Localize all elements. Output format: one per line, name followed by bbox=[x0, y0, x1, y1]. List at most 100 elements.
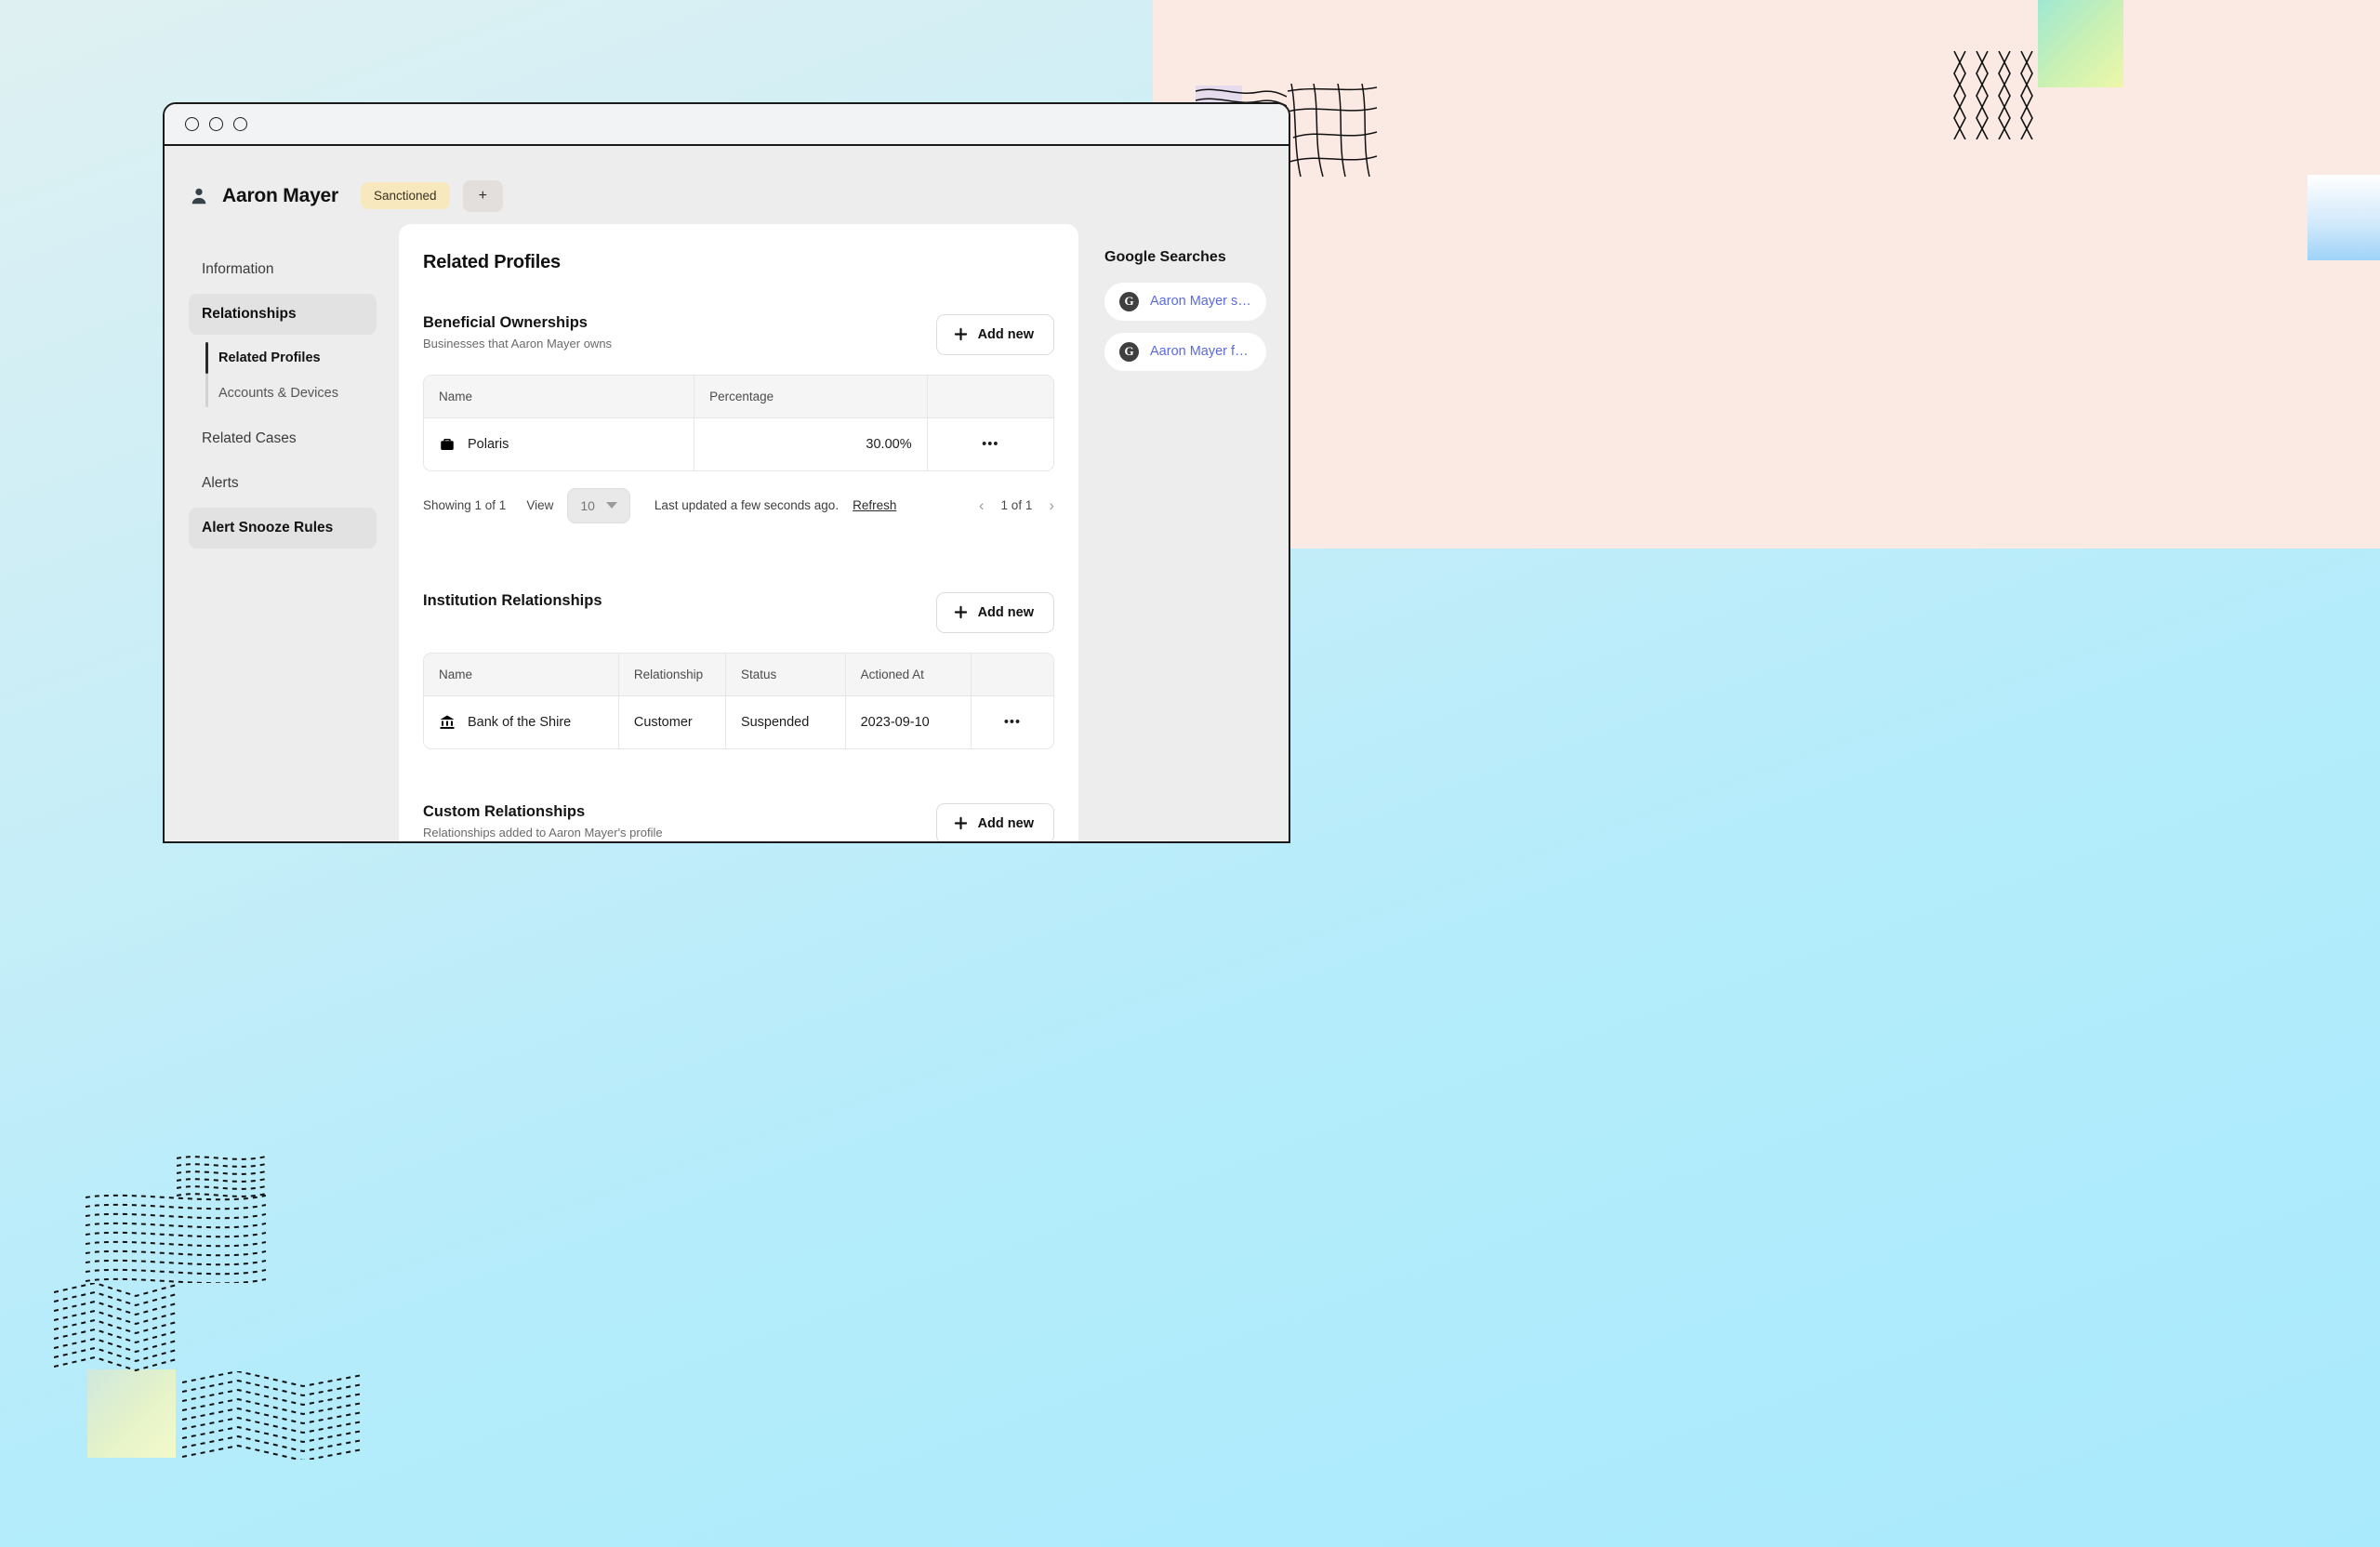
maximize-icon[interactable] bbox=[233, 117, 247, 131]
sidebar-item-related-cases[interactable]: Related Cases bbox=[189, 418, 377, 459]
page-size-select[interactable]: 10 bbox=[567, 487, 630, 523]
sidebar-item-information[interactable]: Information bbox=[189, 249, 377, 290]
chevron-down-icon bbox=[605, 502, 617, 509]
google-icon: G bbox=[1119, 341, 1139, 362]
decor-dash-block-2 bbox=[86, 1190, 266, 1283]
cell-status: Suspended bbox=[725, 695, 846, 748]
sidebar-item-accounts-devices[interactable]: Accounts & Devices bbox=[205, 376, 377, 411]
column-header-actioned-at[interactable]: Actioned At bbox=[845, 653, 972, 696]
decor-dash-block-3 bbox=[54, 1283, 177, 1371]
name-with-icon: Polaris bbox=[439, 436, 679, 453]
card-title: Related Profiles bbox=[423, 251, 561, 272]
section-title: Custom Relationships bbox=[423, 802, 586, 820]
table-row[interactable]: Polaris 30.00% ••• bbox=[424, 417, 1053, 470]
content-row: Information Relationships Related Profil… bbox=[165, 223, 1289, 841]
main-column: Related Profiles Beneficial Ownerships B… bbox=[399, 223, 1078, 841]
add-new-label: Add new bbox=[977, 815, 1034, 831]
section-header: Beneficial Ownerships Businesses that Aa… bbox=[423, 313, 1054, 355]
page-indicator: 1 of 1 bbox=[1000, 498, 1033, 513]
column-header-name[interactable]: Name bbox=[424, 653, 619, 696]
section-header: Custom Relationships Relationships added… bbox=[423, 802, 1054, 841]
section-subtitle: Relationships added to Aaron Mayer's pro… bbox=[423, 825, 663, 840]
page-root: Aaron Mayer Sanctioned + Information Rel… bbox=[0, 0, 2380, 1547]
section-beneficial-ownerships: Beneficial Ownerships Businesses that Aa… bbox=[423, 313, 1054, 523]
institution-relationships-table: Name Relationship Status Actioned At Ban… bbox=[423, 652, 1054, 749]
decor-zigzag-pattern bbox=[1949, 51, 2042, 139]
row-actions-menu-button[interactable]: ••• bbox=[927, 417, 1053, 470]
decor-mint-yellow-square-bottom bbox=[87, 1369, 176, 1458]
pagination: ‹ 1 of 1 › bbox=[979, 497, 1054, 513]
section-institution-relationships: Institution Relationships Add new Name R… bbox=[423, 591, 1054, 749]
briefcase-icon bbox=[439, 436, 456, 453]
add-new-beneficial-ownership-button[interactable]: Add new bbox=[935, 313, 1054, 355]
previous-page-icon[interactable]: ‹ bbox=[979, 497, 985, 513]
right-rail: Google Searches G Aaron Mayer scam G Aar… bbox=[1078, 224, 1289, 841]
section-custom-relationships: Custom Relationships Relationships added… bbox=[423, 802, 1054, 841]
sidebar-item-alert-snooze-rules[interactable]: Alert Snooze Rules bbox=[189, 507, 377, 549]
decor-mint-yellow-square bbox=[2038, 0, 2123, 87]
refresh-link[interactable]: Refresh bbox=[853, 498, 896, 512]
name-with-icon: Bank of the Shire bbox=[439, 714, 603, 731]
decor-pink-block bbox=[1153, 0, 2380, 549]
table-header-row: Name Percentage bbox=[424, 375, 1053, 418]
related-profiles-card: Related Profiles Beneficial Ownerships B… bbox=[399, 223, 1078, 841]
window-titlebar bbox=[165, 104, 1289, 146]
add-new-label: Add new bbox=[977, 326, 1034, 342]
table-row[interactable]: Bank of the Shire Customer Suspended 202… bbox=[424, 695, 1053, 748]
row-actions-menu-button[interactable]: ••• bbox=[971, 695, 1053, 748]
column-header-name[interactable]: Name bbox=[424, 375, 695, 418]
next-page-icon[interactable]: › bbox=[1049, 497, 1054, 513]
app-body: Aaron Mayer Sanctioned + Information Rel… bbox=[165, 146, 1289, 841]
google-searches-title: Google Searches bbox=[1104, 248, 1226, 265]
add-new-institution-relationship-button[interactable]: Add new bbox=[935, 591, 1054, 633]
close-icon[interactable] bbox=[185, 117, 199, 131]
cell-name-text: Bank of the Shire bbox=[468, 714, 572, 730]
sidebar-subnav: Related Profiles Accounts & Devices bbox=[205, 340, 377, 411]
table-footer: Showing 1 of 1 View 10 Last updated a fe… bbox=[423, 487, 1054, 523]
person-icon bbox=[189, 186, 209, 206]
add-new-custom-relationship-button[interactable]: Add new bbox=[935, 802, 1054, 841]
cell-name: Polaris bbox=[424, 417, 695, 470]
add-tag-button[interactable]: + bbox=[462, 179, 503, 212]
profile-header: Aaron Mayer Sanctioned + bbox=[165, 146, 1289, 224]
section-header: Institution Relationships Add new bbox=[423, 591, 1054, 633]
sidebar-item-alerts[interactable]: Alerts bbox=[189, 463, 377, 504]
search-query-text: Aaron Mayer scam bbox=[1150, 294, 1251, 310]
cell-percentage: 30.00% bbox=[694, 417, 928, 470]
cell-name: Bank of the Shire bbox=[424, 695, 619, 748]
column-header-percentage[interactable]: Percentage bbox=[694, 375, 928, 418]
section-heading-group: Custom Relationships Relationships added… bbox=[423, 803, 663, 840]
decor-blue-square bbox=[2307, 175, 2380, 260]
sidebar-item-related-profiles[interactable]: Related Profiles bbox=[205, 340, 377, 376]
table-body: Bank of the Shire Customer Suspended 202… bbox=[424, 695, 1053, 748]
sidebar-item-relationships[interactable]: Relationships bbox=[189, 293, 377, 335]
column-header-actions bbox=[927, 375, 1053, 418]
section-heading-group: Institution Relationships bbox=[423, 592, 602, 615]
google-search-link-scam[interactable]: G Aaron Mayer scam bbox=[1104, 282, 1266, 321]
cell-actioned-at: 2023-09-10 bbox=[845, 695, 972, 748]
browser-window: Aaron Mayer Sanctioned + Information Rel… bbox=[163, 102, 1290, 843]
plus-icon bbox=[954, 816, 968, 830]
last-updated-text: Last updated a few seconds ago. bbox=[654, 498, 840, 513]
page-size-value: 10 bbox=[580, 497, 595, 513]
search-query-text: Aaron Mayer fraud bbox=[1150, 344, 1251, 360]
google-search-link-fraud[interactable]: G Aaron Mayer fraud bbox=[1104, 332, 1266, 371]
sidebar: Information Relationships Related Profil… bbox=[165, 224, 399, 841]
section-heading-group: Beneficial Ownerships Businesses that Aa… bbox=[423, 314, 612, 350]
column-header-status[interactable]: Status bbox=[725, 653, 846, 696]
table-header-row: Name Relationship Status Actioned At bbox=[424, 653, 1053, 696]
column-header-relationship[interactable]: Relationship bbox=[618, 653, 726, 696]
section-subtitle: Businesses that Aaron Mayer owns bbox=[423, 336, 613, 350]
decor-web-pattern bbox=[1288, 84, 1377, 177]
table-head: Name Relationship Status Actioned At bbox=[424, 653, 1053, 696]
minimize-icon[interactable] bbox=[209, 117, 223, 131]
section-title: Institution Relationships bbox=[423, 591, 602, 609]
view-label: View bbox=[526, 498, 554, 513]
beneficial-ownerships-table: Name Percentage Polaris 30.00% ••• bbox=[423, 374, 1054, 471]
plus-icon bbox=[954, 327, 968, 341]
cell-relationship: Customer bbox=[618, 695, 726, 748]
google-icon: G bbox=[1119, 291, 1139, 311]
column-header-actions bbox=[971, 653, 1053, 696]
